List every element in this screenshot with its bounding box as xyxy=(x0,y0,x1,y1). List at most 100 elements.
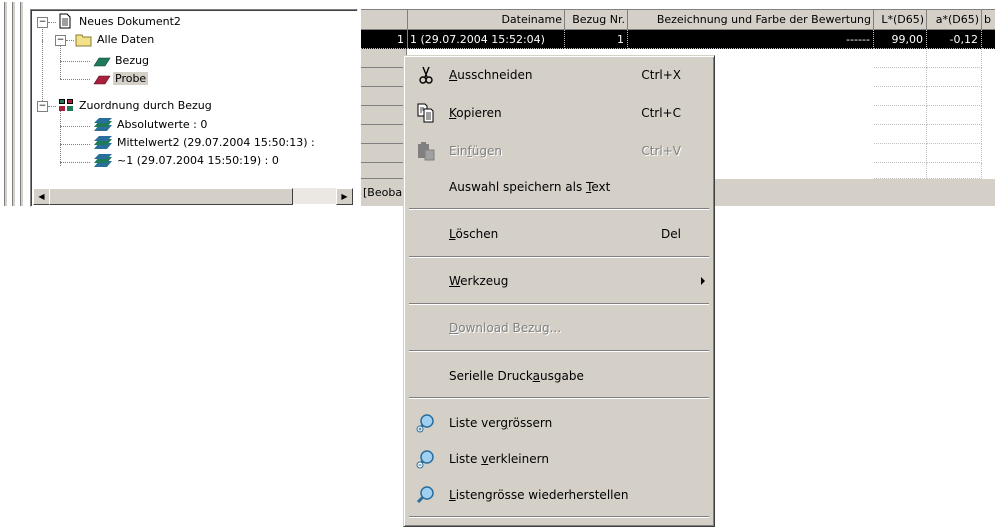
menu-item-copy[interactable]: Kopieren Ctrl+C xyxy=(407,101,711,125)
empty-cell[interactable] xyxy=(874,163,927,179)
menu-label: Auswahl speichern als xyxy=(449,180,587,194)
row-header[interactable] xyxy=(361,49,407,68)
empty-cell[interactable] xyxy=(874,87,927,106)
cell-dateiname[interactable]: 1 (29.07.2004 15:52:04) xyxy=(408,30,565,49)
scroll-left-icon[interactable]: ◀ xyxy=(33,188,50,205)
menu-label-mnemonic: L xyxy=(449,488,456,502)
splitter-bar xyxy=(4,2,7,206)
left-splitter[interactable] xyxy=(0,0,26,206)
menu-shortcut: Del xyxy=(661,227,681,241)
empty-cell[interactable] xyxy=(927,106,982,125)
copy-icon xyxy=(417,103,434,123)
scissors-icon xyxy=(419,66,433,84)
column-header-l[interactable]: L*(D65) xyxy=(874,10,927,30)
scroll-right-icon[interactable]: ▶ xyxy=(336,188,353,205)
empty-cell[interactable] xyxy=(927,163,982,179)
cell-a[interactable]: -0,12 xyxy=(927,30,982,49)
empty-cell[interactable] xyxy=(874,144,927,163)
cell-bezeichnung[interactable]: ------ xyxy=(628,30,874,49)
menu-item-save-as-text[interactable]: Auswahl speichern als Text xyxy=(407,175,711,199)
menu-separator xyxy=(409,516,709,518)
menu-separator xyxy=(409,397,709,399)
group-icon xyxy=(59,99,73,111)
context-menu[interactable]: Ausschneiden Ctrl+X Kopieren Ctrl+C Einf… xyxy=(403,55,715,527)
empty-cell[interactable] xyxy=(927,125,982,144)
column-header-bezug-nr[interactable]: Bezug Nr. xyxy=(565,10,628,30)
cell-bezug-nr[interactable]: 1 xyxy=(565,30,628,49)
menu-label: ext xyxy=(591,180,611,194)
row-header[interactable] xyxy=(361,68,407,87)
tree-node-bezug[interactable]: Bezug xyxy=(113,52,151,69)
menu-separator xyxy=(409,350,709,352)
submenu-arrow-icon xyxy=(701,277,705,285)
row-header[interactable] xyxy=(361,144,407,163)
menu-label: Ein xyxy=(449,144,468,158)
row-header[interactable] xyxy=(361,163,407,179)
menu-item-restore-list-size[interactable]: Listengrösse wiederherstellen xyxy=(407,483,711,507)
folder-icon xyxy=(75,34,92,47)
menu-item-download-bezug[interactable]: Download Bezug... xyxy=(407,316,711,340)
collapse-icon[interactable]: − xyxy=(55,35,66,46)
empty-cell[interactable] xyxy=(874,49,927,68)
tree-line xyxy=(60,126,90,127)
cell-b[interactable] xyxy=(982,30,995,49)
menu-item-paste[interactable]: Einfügen Ctrl+V xyxy=(407,139,711,163)
column-header-dateiname[interactable]: Dateiname xyxy=(408,10,565,30)
tree-node-alle-daten[interactable]: Alle Daten xyxy=(95,31,156,48)
grid-corner xyxy=(361,10,408,30)
column-header-a[interactable]: a*(D65) xyxy=(927,10,982,30)
tree-node-label: Bezug xyxy=(115,54,150,67)
empty-cell[interactable] xyxy=(927,144,982,163)
tree-node-label: Alle Daten xyxy=(97,33,155,46)
tree-line xyxy=(48,106,56,107)
row-header[interactable] xyxy=(361,87,407,106)
tree-node-absolutwerte[interactable]: Absolutwerte : 0 xyxy=(115,116,209,133)
menu-item-serial-print[interactable]: Serielle Druckausgabe xyxy=(407,364,711,388)
empty-cell[interactable] xyxy=(874,106,927,125)
empty-cell[interactable] xyxy=(874,125,927,144)
tree-node-label: Zuordnung durch Bezug xyxy=(79,99,212,112)
menu-label: Liste ver xyxy=(449,416,501,430)
menu-item-delete[interactable]: Löschen Del xyxy=(407,222,711,246)
stack-icon xyxy=(94,136,112,149)
menu-item-cut[interactable]: Ausschneiden Ctrl+X xyxy=(407,63,711,87)
empty-cell[interactable] xyxy=(874,68,927,87)
cell-l[interactable]: 99,00 xyxy=(874,30,927,49)
column-header-bezeichnung[interactable]: Bezeichnung und Farbe der Bewertung xyxy=(628,10,874,30)
menu-item-shrink-list[interactable]: Liste verkleinern xyxy=(407,447,711,471)
tree-node-label: ~1 (29.07.2004 15:50:19) : 0 xyxy=(117,154,279,167)
empty-cell[interactable] xyxy=(927,49,982,68)
menu-label-mnemonic: a xyxy=(532,369,540,383)
empty-cell[interactable] xyxy=(927,68,982,87)
menu-label: Serielle Druck xyxy=(449,369,533,383)
scroll-thumb[interactable] xyxy=(49,188,293,205)
zoom-out-icon xyxy=(416,450,434,469)
menu-label: opieren xyxy=(456,106,502,120)
document-tree[interactable]: − Neues Dokument2 − Alle Daten Bezug Pro… xyxy=(30,9,358,207)
menu-item-enlarge-list[interactable]: Liste vergrössern xyxy=(407,411,711,435)
empty-cell[interactable] xyxy=(927,87,982,106)
column-header-b[interactable]: b xyxy=(982,10,995,30)
menu-separator xyxy=(409,208,709,210)
menu-label: ügen xyxy=(471,144,502,158)
tree-line xyxy=(60,144,90,145)
menu-label: Liste xyxy=(449,452,482,466)
menu-label: rössern xyxy=(508,416,553,430)
probe-icon xyxy=(93,75,111,85)
tree-horizontal-scrollbar[interactable]: ◀ ▶ xyxy=(33,188,353,205)
tree-node-zuordnung[interactable]: Zuordnung durch Bezug xyxy=(77,97,214,114)
tree-node-root[interactable]: Neues Dokument2 xyxy=(77,13,183,30)
row-header[interactable] xyxy=(361,125,407,144)
row-header[interactable] xyxy=(361,106,407,125)
tree-node-probe[interactable]: Probe xyxy=(113,70,149,87)
collapse-icon[interactable]: − xyxy=(37,17,48,28)
tree-node-tilde1[interactable]: ~1 (29.07.2004 15:50:19) : 0 xyxy=(115,152,281,169)
tree-node-mittelwert[interactable]: Mittelwert2 (29.07.2004 15:50:13) : xyxy=(115,134,317,151)
tree-node-label: Probe xyxy=(113,72,149,85)
collapse-icon[interactable]: − xyxy=(37,101,48,112)
menu-shortcut: Ctrl+C xyxy=(641,106,681,120)
stack-icon xyxy=(94,154,112,167)
menu-item-tools[interactable]: Werkzeug xyxy=(407,269,711,293)
paste-icon xyxy=(418,142,435,161)
tree-line xyxy=(60,61,90,62)
